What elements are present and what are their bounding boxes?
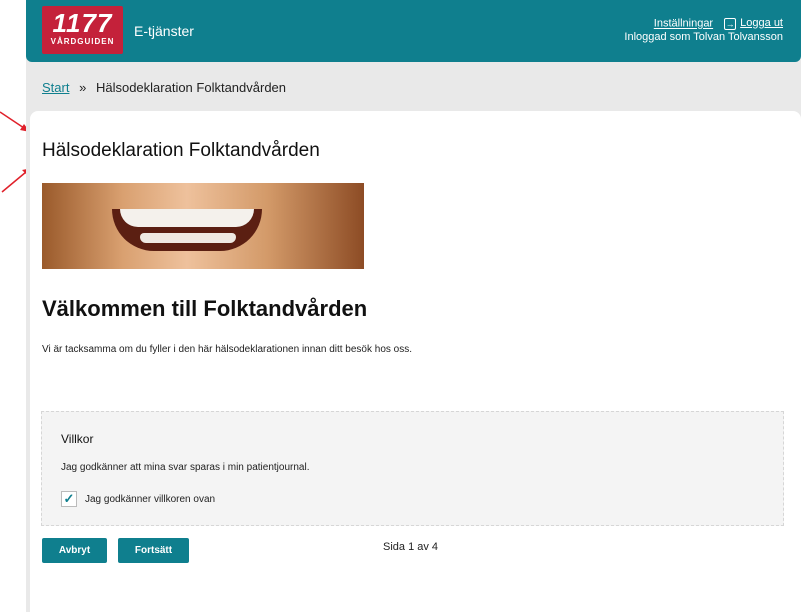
- logout-link[interactable]: Logga ut: [740, 17, 783, 30]
- header-bar: 1177 VÅRDGUIDEN E-tjänster Inställningar…: [26, 0, 801, 62]
- hero-image-smile: [42, 183, 364, 269]
- logo-number: 1177: [52, 8, 113, 38]
- breadcrumb-separator: »: [79, 80, 87, 95]
- logged-in-text: Inloggad som Tolvan Tolvansson: [624, 30, 783, 43]
- terms-checkbox[interactable]: ✓: [61, 491, 77, 507]
- lower-teeth-shape: [140, 233, 236, 243]
- breadcrumb: Start » Hälsodeklaration Folktandvården: [42, 80, 286, 95]
- continue-button[interactable]: Fortsätt: [118, 538, 189, 563]
- app-frame: 1177 VÅRDGUIDEN E-tjänster Inställningar…: [26, 0, 801, 612]
- user-area: Inställningar → Logga ut Inloggad som To…: [624, 17, 783, 44]
- terms-checkbox-row[interactable]: ✓ Jag godkänner villkoren ovan: [61, 491, 215, 507]
- page-title: Hälsodeklaration Folktandvården: [42, 140, 320, 161]
- breadcrumb-start-link[interactable]: Start: [42, 80, 69, 95]
- content-card: Hälsodeklaration Folktandvården Välkomme…: [30, 111, 801, 612]
- cancel-button[interactable]: Avbryt: [42, 538, 107, 563]
- terms-text: Jag godkänner att mina svar sparas i min…: [61, 462, 310, 473]
- terms-box: Villkor Jag godkänner att mina svar spar…: [41, 411, 784, 526]
- settings-link[interactable]: Inställningar: [654, 18, 713, 30]
- logout-icon: →: [724, 17, 737, 30]
- page-indicator: Sida 1 av 4: [383, 541, 439, 553]
- terms-checkbox-label[interactable]: Jag godkänner villkoren ovan: [85, 494, 215, 505]
- logo[interactable]: 1177 VÅRDGUIDEN: [42, 6, 123, 54]
- logo-text: VÅRDGUIDEN: [50, 37, 115, 46]
- breadcrumb-current: Hälsodeklaration Folktandvården: [95, 80, 287, 95]
- terms-title: Villkor: [61, 432, 94, 446]
- logout-link-wrap[interactable]: → Logga ut: [724, 17, 783, 30]
- upper-teeth-shape: [120, 209, 254, 227]
- welcome-heading: Välkommen till Folktandvården: [42, 296, 368, 321]
- intro-text: Vi är tacksamma om du fyller i den här h…: [42, 344, 413, 355]
- app-title: E-tjänster: [134, 23, 194, 39]
